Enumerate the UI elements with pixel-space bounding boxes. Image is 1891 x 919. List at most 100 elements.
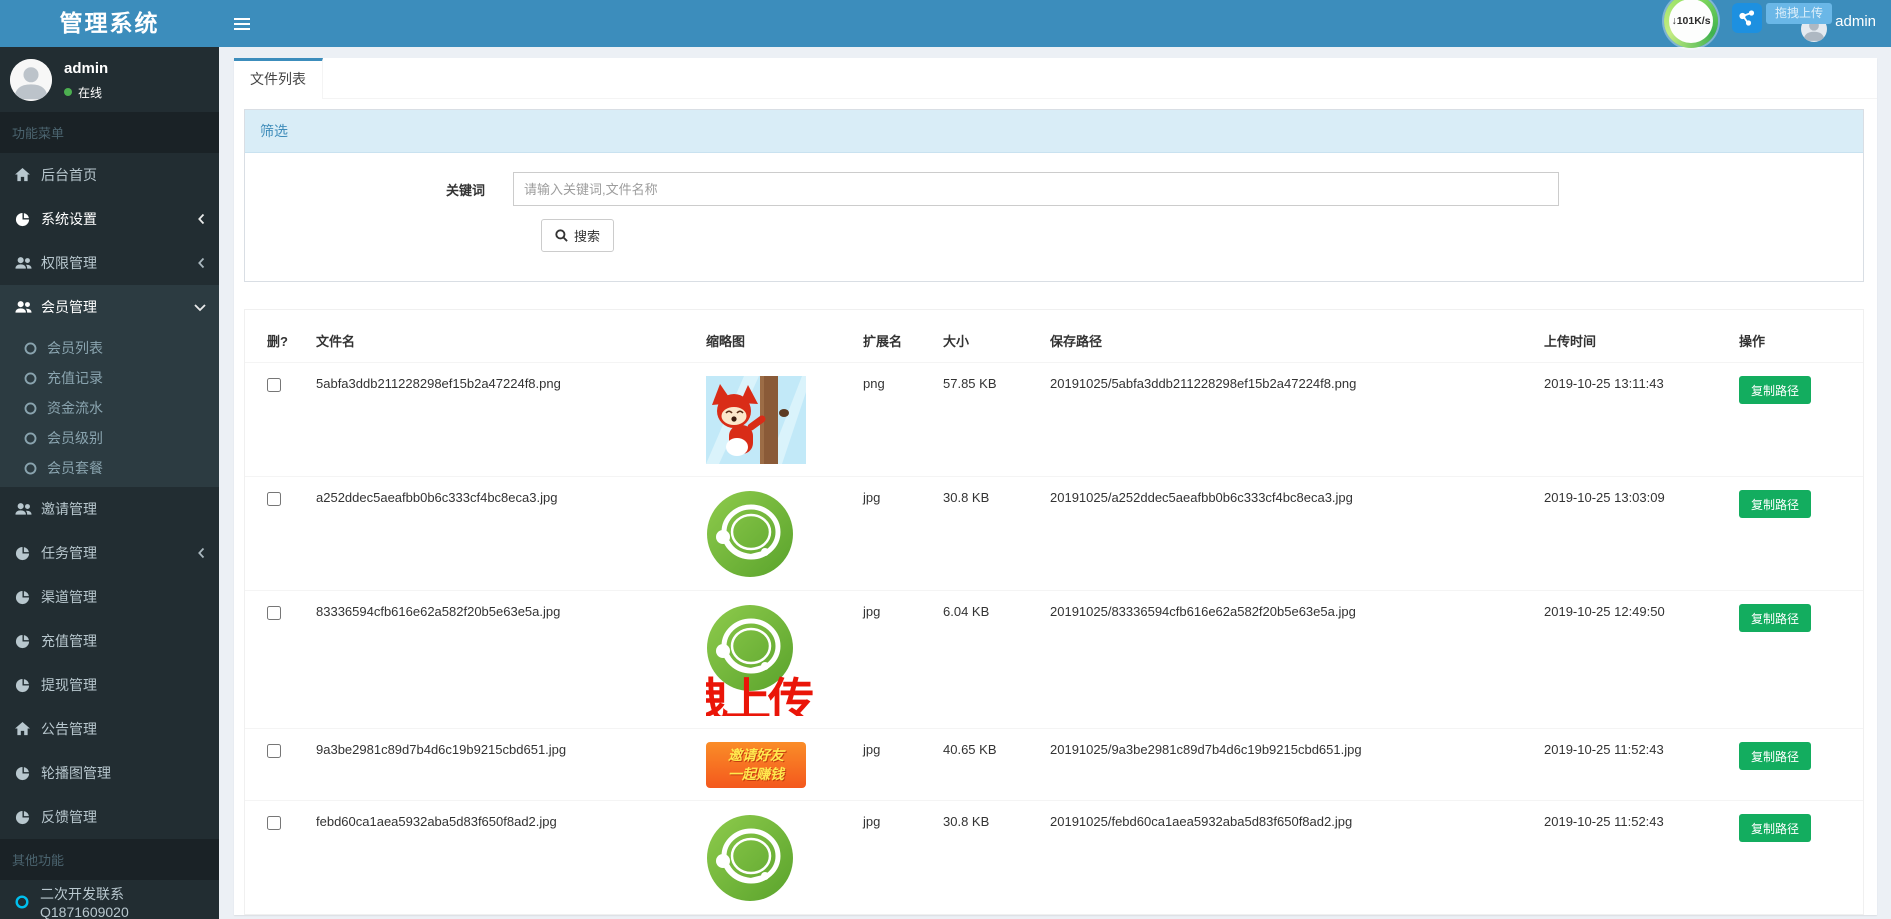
upload-time: 2019-10-25 12:49:50 bbox=[1544, 591, 1739, 729]
table-header-row: 删?文件名缩略图扩展名大小保存路径上传时间操作 bbox=[245, 310, 1863, 363]
dashboard-icon bbox=[15, 590, 41, 605]
sidebar-toggle-button[interactable] bbox=[232, 0, 278, 47]
row-delete-checkbox[interactable] bbox=[267, 816, 281, 830]
row-delete-checkbox[interactable] bbox=[267, 744, 281, 758]
sidebar-submenu-item[interactable]: 充值记录 bbox=[0, 363, 219, 393]
upload-time: 2019-10-25 11:52:43 bbox=[1544, 801, 1739, 915]
sidebar-menu-item-4[interactable]: 邀请管理 bbox=[0, 487, 219, 531]
sidebar: 管理系统 admin 在线 功能菜单 后台首页 系统设置 权限管理 会员管理 bbox=[0, 0, 219, 919]
file-size: 30.8 KB bbox=[943, 477, 1050, 591]
file-size: 57.85 KB bbox=[943, 363, 1050, 477]
drag-upload-button[interactable]: 拖拽上传 bbox=[1766, 3, 1832, 24]
file-name: 5abfa3ddb211228298ef15b2a47224f8.png bbox=[316, 363, 706, 477]
circle-o-icon bbox=[24, 372, 47, 385]
row-delete-checkbox[interactable] bbox=[267, 378, 281, 392]
file-name: febd60ca1aea5932aba5d83f650f8ad2.jpg bbox=[316, 801, 706, 915]
sidebar-menu-item-6[interactable]: 渠道管理 bbox=[0, 575, 219, 619]
row-delete-checkbox[interactable] bbox=[267, 606, 281, 620]
table-row: 9a3be2981c89d7b4d6c19b9215cbd651.jpg 邀请好… bbox=[245, 729, 1863, 801]
row-delete-checkbox[interactable] bbox=[267, 492, 281, 506]
file-path: 20191025/5abfa3ddb211228298ef15b2a47224f… bbox=[1050, 363, 1544, 477]
copy-path-button[interactable]: 复制路径 bbox=[1739, 742, 1811, 770]
file-table-container: 删?文件名缩略图扩展名大小保存路径上传时间操作 5abfa3ddb2112282… bbox=[244, 309, 1864, 915]
thumbnail-green-headset bbox=[706, 490, 853, 578]
sidebar-menu-item-7[interactable]: 充值管理 bbox=[0, 619, 219, 663]
keyword-input[interactable] bbox=[513, 172, 1559, 206]
upload-time: 2019-10-25 13:11:43 bbox=[1544, 363, 1739, 477]
copy-path-button[interactable]: 复制路径 bbox=[1739, 604, 1811, 632]
online-dot-icon bbox=[64, 88, 72, 96]
invite-banner-image: 邀请好友一起赚钱 bbox=[706, 742, 806, 788]
sidebar-username: admin bbox=[64, 60, 108, 77]
file-size: 6.04 KB bbox=[943, 591, 1050, 729]
upload-time: 2019-10-25 13:03:09 bbox=[1544, 477, 1739, 591]
sidebar-menu-item-1[interactable]: 系统设置 bbox=[0, 197, 219, 241]
sidebar-submenu-item[interactable]: 会员列表 bbox=[0, 333, 219, 363]
table-row: 83336594cfb616e62a582f20b5e63e5a.jpg 拽上传… bbox=[245, 591, 1863, 729]
download-speed-label: ↓101K/s bbox=[1669, 0, 1713, 43]
app-logo[interactable]: 管理系统 bbox=[0, 0, 219, 47]
file-size: 30.8 KB bbox=[943, 801, 1050, 915]
copy-path-button[interactable]: 复制路径 bbox=[1739, 376, 1811, 404]
sidebar-menu: 后台首页 系统设置 权限管理 会员管理 会员列表 充值记录 资金流水 会员级别 bbox=[0, 153, 219, 839]
chevron-left-icon bbox=[197, 547, 206, 559]
sidebar-menu-item-5[interactable]: 任务管理 bbox=[0, 531, 219, 575]
circle-o-icon bbox=[24, 462, 47, 475]
red-watermark-text: 拽上传 bbox=[706, 664, 811, 716]
dashboard-icon bbox=[15, 634, 41, 649]
user-avatar bbox=[10, 59, 52, 101]
keyword-label: 关键词 bbox=[245, 180, 513, 199]
table-row: 5abfa3ddb211228298ef15b2a47224f8.png png… bbox=[245, 363, 1863, 477]
navbar-username[interactable]: admin bbox=[1835, 13, 1876, 30]
file-name: 83336594cfb616e62a582f20b5e63e5a.jpg bbox=[316, 591, 706, 729]
sidebar-menu-item-0[interactable]: 后台首页 bbox=[0, 153, 219, 197]
thumbnail-green-headset-watermark: 拽上传 bbox=[706, 604, 853, 716]
sidebar-submenu-item[interactable]: 资金流水 bbox=[0, 393, 219, 423]
chevron-left-icon bbox=[197, 257, 206, 269]
share-nodes-icon bbox=[1737, 8, 1757, 28]
sidebar-menu-item-8[interactable]: 提现管理 bbox=[0, 663, 219, 707]
circle-o-icon bbox=[24, 402, 47, 415]
menu-section-header: 功能菜单 bbox=[0, 112, 219, 153]
circle-o-icon bbox=[15, 895, 29, 909]
filter-panel-heading: 筛选 bbox=[245, 110, 1863, 153]
copy-path-button[interactable]: 复制路径 bbox=[1739, 814, 1811, 842]
file-ext: jpg bbox=[863, 801, 943, 915]
home-icon bbox=[15, 722, 41, 736]
user-status: 在线 bbox=[64, 84, 108, 101]
dashboard-icon bbox=[15, 678, 41, 693]
column-header: 保存路径 bbox=[1050, 310, 1544, 363]
search-button-label: 搜索 bbox=[574, 226, 600, 245]
sidebar-item-dev-contact[interactable]: 二次开发联系Q1871609020 bbox=[0, 880, 219, 919]
tabs-container: 文件列表 筛选 关键词 搜索 bbox=[234, 58, 1877, 915]
netdisk-icon[interactable] bbox=[1732, 3, 1762, 33]
chevron-left-icon bbox=[197, 213, 206, 225]
file-size: 40.65 KB bbox=[943, 729, 1050, 801]
person-icon bbox=[10, 59, 52, 101]
file-ext: jpg bbox=[863, 591, 943, 729]
sidebar-menu-item-2[interactable]: 权限管理 bbox=[0, 241, 219, 285]
sidebar-menu-item-3[interactable]: 会员管理 bbox=[0, 285, 219, 329]
content-area: 系统设置 文件列表 系统设置 > 文件列表 文件列表 筛选 关键词 bbox=[219, 0, 1891, 915]
thumbnail-invite-banner: 邀请好友一起赚钱 bbox=[706, 742, 853, 788]
thumbnail-fox-cartoon bbox=[706, 376, 853, 464]
chevron-down-icon bbox=[194, 303, 206, 312]
sidebar-submenu: 会员列表 充值记录 资金流水 会员级别 会员套餐 bbox=[0, 329, 219, 487]
dashboard-icon bbox=[15, 766, 41, 781]
file-path: 20191025/a252ddec5aeafbb0b6c333cf4bc8eca… bbox=[1050, 477, 1544, 591]
search-icon bbox=[555, 229, 568, 242]
tab-content: 筛选 关键词 搜索 bbox=[234, 99, 1877, 915]
dashboard-icon bbox=[15, 212, 41, 227]
column-header: 上传时间 bbox=[1544, 310, 1739, 363]
sidebar-menu-item-10[interactable]: 轮播图管理 bbox=[0, 751, 219, 795]
tab-file-list[interactable]: 文件列表 bbox=[234, 58, 323, 99]
sidebar-menu-item-9[interactable]: 公告管理 bbox=[0, 707, 219, 751]
sidebar-submenu-item[interactable]: 会员套餐 bbox=[0, 453, 219, 483]
dashboard-icon bbox=[15, 546, 41, 561]
dev-contact-label: 二次开发联系Q1871609020 bbox=[40, 884, 204, 919]
sidebar-submenu-item[interactable]: 会员级别 bbox=[0, 423, 219, 453]
column-header: 缩略图 bbox=[706, 310, 863, 363]
copy-path-button[interactable]: 复制路径 bbox=[1739, 490, 1811, 518]
search-button[interactable]: 搜索 bbox=[541, 219, 614, 252]
sidebar-menu-item-11[interactable]: 反馈管理 bbox=[0, 795, 219, 839]
